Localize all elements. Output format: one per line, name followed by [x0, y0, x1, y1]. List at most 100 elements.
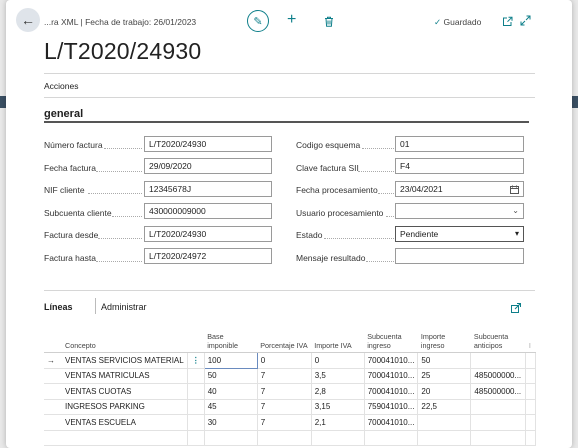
delete-button[interactable] [324, 14, 334, 32]
section-title-general: general [44, 108, 84, 120]
cell-importe-ingreso[interactable] [417, 430, 472, 446]
col-header-subcuenta-ingreso[interactable]: Subcuenta ingreso [364, 324, 418, 353]
factura-hasta-field[interactable]: L/T2020/24972 [144, 248, 272, 264]
cell-porcentaje-iva[interactable]: 7 [257, 414, 312, 431]
cell-importe-iva[interactable]: 2,8 [311, 383, 365, 400]
share-icon [511, 303, 521, 313]
cell-base-imponible[interactable]: 45 [204, 399, 258, 415]
numero-factura-field[interactable]: L/T2020/24930 [144, 136, 272, 152]
cell-concepto[interactable]: VENTAS CUOTAS [62, 383, 188, 400]
tab-administrar[interactable]: Administrar [101, 302, 147, 312]
cell-importe-ingreso[interactable]: 25 [417, 368, 472, 384]
subcuenta-cliente-field[interactable]: 430000009000 [144, 203, 272, 219]
cell-base-imponible[interactable]: 100 [203, 352, 258, 369]
cell-base-imponible[interactable]: 50 [204, 368, 258, 384]
tab-separator [95, 298, 96, 314]
cell-concepto[interactable]: VENTAS SERVICIOS MATERIAL [62, 352, 188, 369]
tab-lineas[interactable]: Líneas [44, 302, 73, 312]
col-header-importe-iva[interactable]: Importe IVA [311, 324, 365, 353]
cell-importe-iva[interactable]: 3,5 [311, 368, 365, 384]
actions-menu[interactable]: Acciones [44, 81, 79, 91]
open-new-window-icon [503, 16, 513, 26]
table-row[interactable]: → VENTAS SERVICIOS MATERIAL ⋮ 100 0 0 70… [44, 352, 537, 369]
cell-overflow [525, 430, 537, 446]
cell-subcuenta-ingreso[interactable] [364, 430, 419, 446]
field-label-clave-factura-sii: Clave factura SII [296, 163, 359, 173]
cell-subcuenta-ingreso[interactable]: 700041010... [364, 368, 419, 384]
cell-porcentaje-iva[interactable]: 7 [257, 368, 312, 384]
cell-porcentaje-iva[interactable]: 0 [257, 352, 312, 369]
col-header-importe-ingreso[interactable]: Importe ingreso [417, 324, 471, 353]
calendar-icon[interactable] [510, 182, 519, 196]
codigo-esquema-field[interactable]: 01 [395, 136, 524, 152]
cell-subcuenta-anticipos[interactable] [470, 399, 527, 415]
open-new-window-button[interactable] [502, 14, 513, 32]
cell-subcuenta-anticipos[interactable]: 485000000... [470, 368, 527, 384]
cell-subcuenta-ingreso[interactable]: 700041010... [364, 352, 419, 369]
cell-base-imponible[interactable]: 40 [204, 383, 258, 400]
table-row[interactable]: INGRESOS PARKING 45 7 3,15 759041010... … [44, 399, 537, 415]
field-label-subcuenta-cliente: Subcuenta cliente [44, 208, 112, 218]
table-row[interactable] [44, 430, 537, 446]
usuario-procesamiento-field[interactable]: ⌄ [395, 203, 524, 219]
cell-concepto[interactable] [62, 430, 188, 446]
mensaje-resultado-field[interactable] [395, 248, 524, 264]
col-header-porcentaje-iva[interactable]: Porcentaje IVA [257, 324, 312, 353]
row-actions-icon[interactable]: ⋮ [187, 352, 205, 369]
dot-leader [88, 193, 142, 194]
cell-overflow [525, 414, 537, 431]
nif-cliente-field[interactable]: 12345678J [144, 181, 272, 197]
table-row[interactable]: VENTAS ESCUELA 30 7 2,1 700041010... [44, 414, 537, 431]
row-actions[interactable] [187, 368, 205, 384]
cell-subcuenta-ingreso[interactable]: 700041010... [364, 414, 419, 431]
cell-subcuenta-ingreso[interactable]: 759041010... [364, 399, 419, 415]
cell-subcuenta-anticipos[interactable]: 485000000... [470, 383, 527, 400]
cell-base-imponible[interactable] [204, 430, 258, 446]
cell-porcentaje-iva[interactable]: 7 [257, 383, 312, 400]
field-label-nif-cliente: NIF cliente [44, 185, 85, 195]
chevron-down-icon: ⌄ [512, 206, 519, 215]
cell-importe-iva[interactable]: 2,1 [311, 414, 365, 431]
expand-button[interactable] [520, 13, 531, 31]
cell-importe-ingreso[interactable]: 20 [417, 383, 472, 400]
col-header-base-imponible[interactable]: Base imponible [204, 324, 258, 353]
cell-concepto[interactable]: INGRESOS PARKING [62, 399, 188, 415]
cell-importe-ingreso[interactable]: 50 [417, 352, 472, 369]
cell-importe-iva[interactable]: 0 [311, 352, 365, 369]
cell-concepto[interactable]: VENTAS ESCUELA [62, 414, 188, 431]
factura-desde-field[interactable]: L/T2020/24930 [144, 226, 272, 242]
cell-subcuenta-anticipos[interactable] [470, 414, 527, 431]
new-button[interactable]: + [287, 12, 296, 28]
cell-porcentaje-iva[interactable]: 7 [257, 399, 312, 415]
divider [44, 73, 535, 74]
share-button[interactable] [511, 300, 521, 318]
cell-base-imponible[interactable]: 30 [204, 414, 258, 431]
row-actions[interactable] [187, 414, 205, 431]
cell-importe-iva[interactable] [311, 430, 365, 446]
edit-button[interactable]: ✎ [247, 10, 269, 32]
cell-subcuenta-anticipos[interactable] [470, 352, 527, 369]
estado-select[interactable]: Pendiente ▾ [395, 226, 524, 242]
fecha-procesamiento-field[interactable]: 23/04/2021 [395, 181, 524, 197]
col-header-concepto[interactable]: Concepto [62, 324, 188, 353]
card-page: ← ...ra XML | Fecha de trabajo: 26/01/20… [6, 0, 572, 448]
row-actions[interactable] [187, 399, 205, 415]
cell-subcuenta-anticipos[interactable] [470, 430, 527, 446]
arrow-left-icon: ← [21, 12, 35, 28]
table-row[interactable]: VENTAS CUOTAS 40 7 2,8 700041010... 20 4… [44, 383, 537, 400]
cell-subcuenta-ingreso[interactable]: 700041010... [364, 383, 419, 400]
cell-importe-ingreso[interactable]: 22,5 [417, 399, 472, 415]
table-row[interactable]: VENTAS MATRICULAS 50 7 3,5 700041010... … [44, 368, 537, 384]
cell-importe-ingreso[interactable] [417, 414, 472, 431]
row-actions[interactable] [187, 430, 205, 446]
fecha-factura-field[interactable]: 29/09/2020 [144, 158, 272, 174]
clave-factura-sii-field[interactable]: F4 [395, 158, 524, 174]
cell-importe-iva[interactable]: 3,15 [311, 399, 365, 415]
col-header-subcuenta-anticipos[interactable]: Subcuenta anticipos [470, 324, 526, 353]
row-marker [44, 430, 62, 446]
lines-table: Concepto Base imponible Porcentaje IVA I… [44, 324, 537, 446]
row-actions[interactable] [187, 383, 205, 400]
back-button[interactable]: ← [16, 8, 40, 32]
cell-concepto[interactable]: VENTAS MATRICULAS [62, 368, 188, 384]
cell-porcentaje-iva[interactable] [257, 430, 312, 446]
